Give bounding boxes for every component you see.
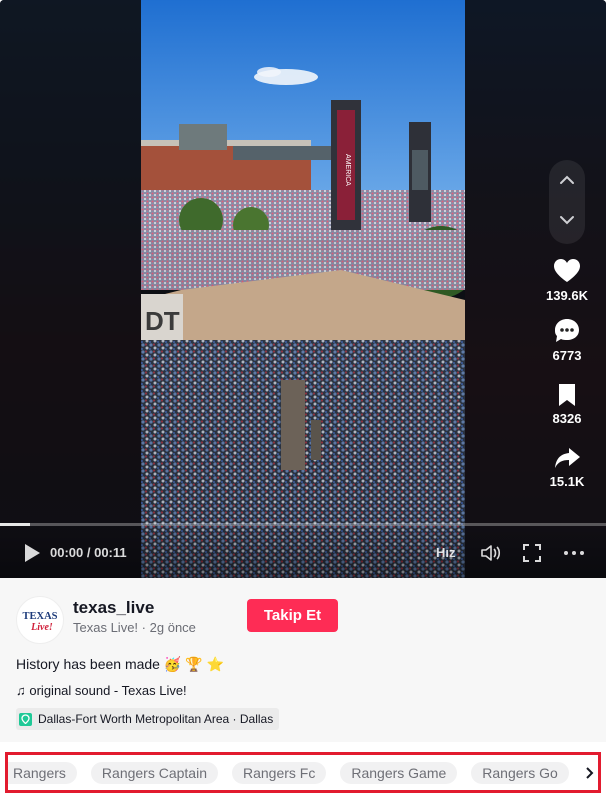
bookmark-icon: [559, 384, 575, 406]
video-nav-pill: [549, 160, 585, 244]
related-tags-bar: Rangers Rangers Captain Rangers Fc Range…: [5, 752, 601, 793]
video-frame[interactable]: AMERICA DT: [141, 0, 465, 578]
heart-icon: [554, 259, 580, 282]
sound-link[interactable]: ♫ original sound - Texas Live!: [16, 683, 187, 698]
play-icon[interactable]: [22, 542, 42, 564]
location-label: Dallas-Fort Worth Metropolitan Area · Da…: [38, 712, 274, 726]
author-username[interactable]: texas_live: [73, 598, 154, 618]
follow-button[interactable]: Takip Et: [247, 599, 338, 632]
comment-button[interactable]: 6773: [540, 318, 594, 363]
location-chip[interactable]: Dallas-Fort Worth Metropolitan Area · Da…: [16, 708, 280, 730]
more-options-icon[interactable]: [563, 543, 585, 563]
share-count: 15.1K: [549, 474, 585, 489]
subline-separator: ·: [141, 620, 147, 635]
author-subline: Texas Live! · 2g önce: [73, 620, 196, 635]
playback-speed-button[interactable]: Hız: [436, 545, 456, 560]
fullscreen-icon[interactable]: [522, 543, 542, 563]
author-display-name[interactable]: Texas Live!: [73, 620, 138, 635]
comment-count: 6773: [552, 348, 582, 363]
related-tag[interactable]: Rangers Fc: [231, 762, 327, 784]
post-caption: History has been made 🥳 🏆 ⭐: [16, 656, 224, 672]
texas-live-logo: TEXAS Live!: [22, 611, 57, 633]
related-tag[interactable]: Rangers Go: [471, 762, 569, 784]
video-blur-backdrop-left: [0, 0, 141, 578]
comment-icon: [555, 319, 579, 342]
building-letters: DT: [145, 306, 180, 336]
related-tags-list: Rangers Rangers Captain Rangers Fc Range…: [8, 762, 583, 784]
post-age: 2g önce: [149, 620, 196, 635]
location-pin-icon: [19, 712, 32, 726]
music-note-icon: ♫: [16, 683, 26, 698]
author-avatar[interactable]: TEXAS Live!: [16, 596, 64, 644]
volume-icon[interactable]: [480, 543, 502, 563]
like-button[interactable]: 139.6K: [540, 258, 594, 303]
like-count: 139.6K: [546, 288, 588, 303]
tags-scroll-right-button[interactable]: [573, 755, 598, 790]
next-video-chevron-icon[interactable]: [557, 210, 577, 230]
stadium-sign-text: AMERICA: [344, 154, 351, 186]
share-arrow-icon: [555, 448, 580, 468]
related-tag[interactable]: Rangers: [8, 762, 77, 784]
svg-text:TEXAS: TEXAS: [22, 611, 57, 622]
progress-bar[interactable]: [0, 523, 606, 526]
progress-fill: [0, 523, 31, 526]
svg-text:Live!: Live!: [30, 622, 53, 633]
sound-title: original sound - Texas Live!: [29, 683, 187, 698]
related-tag[interactable]: Rangers Game: [340, 762, 458, 784]
previous-video-chevron-icon[interactable]: [557, 170, 577, 190]
playback-time: 00:00 / 00:11: [50, 545, 127, 560]
video-player[interactable]: AMERICA DT 139.6K 6773 8326 15.1K 00:00 …: [0, 0, 606, 578]
related-tag[interactable]: Rangers Captain: [90, 762, 218, 784]
chevron-right-icon: [586, 766, 594, 779]
save-count: 8326: [552, 411, 582, 426]
share-button[interactable]: 15.1K: [540, 446, 594, 489]
save-button[interactable]: 8326: [540, 383, 594, 426]
